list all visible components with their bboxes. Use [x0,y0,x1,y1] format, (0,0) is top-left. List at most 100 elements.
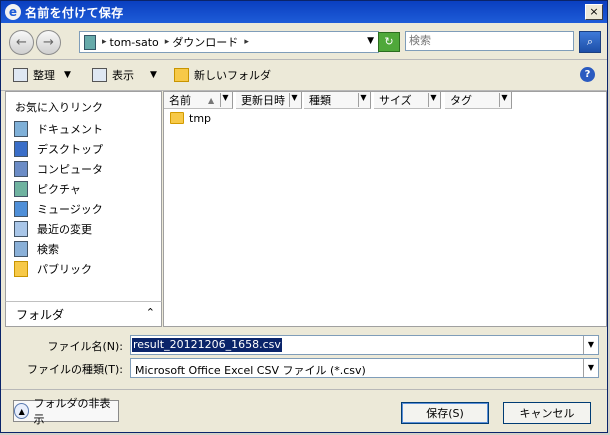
nav-item-label: 検索 [37,243,59,256]
desktop-icon [14,141,28,157]
filetype-row: ファイルの種類(T): Microsoft Office Excel CSV フ… [1,358,607,378]
filename-selected-text: result_20121206_1658.csv [132,338,282,352]
computer-icon [14,161,28,177]
chevron-down-icon: ▼ [150,70,157,80]
filetype-value: Microsoft Office Excel CSV ファイル (*.csv) [135,364,366,377]
title-bar: e 名前を付けて保存 × [1,1,607,23]
views-button[interactable]: 表示 ▼ [92,67,157,83]
chevron-up-icon: ▲ [14,403,30,419]
column-header-tag[interactable]: タグ ▼ [445,92,512,109]
filename-row: ファイル名(N): result_20121206_1658.csv ▼ [1,335,607,355]
close-button[interactable]: × [585,4,603,20]
views-label: 表示 [112,69,134,82]
folders-toggle[interactable]: フォルダ ⌃ [5,301,162,327]
views-icon [92,68,107,82]
nav-item-public[interactable]: パブリック [14,260,92,278]
public-folder-icon [14,261,28,277]
nav-item-label: 最近の変更 [37,223,92,236]
nav-item-label: ドキュメント [37,123,103,136]
navigation-pane: お気に入りリンク ドキュメント デスクトップ コンピュータ ピクチャ ミュージッ… [5,91,162,327]
recent-icon [14,221,28,237]
nav-item-music[interactable]: ミュージック [14,200,103,218]
filename-dropdown-icon[interactable]: ▼ [583,336,598,354]
nav-item-recent[interactable]: 最近の変更 [14,220,92,238]
breadcrumb-user[interactable]: tom-sato [110,36,159,49]
nav-item-pictures[interactable]: ピクチャ [14,180,81,198]
breadcrumb-separator: ▸ [102,37,107,47]
nav-item-label: デスクトップ [37,143,103,156]
address-folder-icon [84,34,96,50]
nav-item-desktop[interactable]: デスクトップ [14,140,103,158]
address-bar[interactable]: ▸ tom-sato ▸ ダウンロード ▸ ▼ [79,31,379,53]
back-button[interactable]: ← [9,30,34,55]
sort-ascending-icon: ▲ [208,95,215,105]
search-input[interactable] [405,31,574,51]
folders-label: フォルダ [16,308,65,322]
column-label: 種類 [309,94,331,107]
nav-item-label: ミュージック [37,203,103,216]
file-name: tmp [189,111,212,125]
forward-button[interactable]: → [36,30,61,55]
filename-label: ファイル名(N): [47,340,123,353]
column-label: 名前 [169,94,191,107]
filetype-label: ファイルの種類(T): [26,363,123,376]
column-dropdown-icon[interactable]: ▼ [220,93,230,107]
nav-item-label: ピクチャ [37,183,81,196]
nav-item-computer[interactable]: コンピュータ [14,160,103,178]
back-arrow-icon: ← [16,35,27,50]
document-icon [14,121,28,137]
organize-button[interactable]: 整理 ▼ [13,67,71,83]
magnifier-icon: ⌕ [586,35,594,48]
new-folder-label: 新しいフォルダ [194,69,271,82]
organize-label: 整理 [33,69,55,82]
nav-item-label: コンピュータ [37,163,103,176]
nav-item-documents[interactable]: ドキュメント [14,120,103,138]
nav-item-label: パブリック [37,263,92,276]
pictures-icon [14,181,28,197]
refresh-button[interactable]: ↻ [378,32,400,52]
column-label: 更新日時 [241,94,285,107]
breadcrumb-downloads[interactable]: ダウンロード [172,34,238,50]
column-header-size[interactable]: サイズ ▼ [374,92,441,109]
chevron-up-icon: ⌃ [145,306,155,319]
folder-icon [170,112,184,124]
help-icon[interactable]: ? [580,67,595,82]
forward-arrow-icon: → [43,35,54,50]
favorites-title: お気に入りリンク [15,101,103,114]
nav-item-search[interactable]: 検索 [14,240,59,258]
save-as-dialog: e 名前を付けて保存 × ← → ▸ tom-sato ▸ ダウンロード ▸ ▼… [0,0,608,433]
search-button[interactable]: ⌕ [579,31,601,53]
column-header-type[interactable]: 種類 ▼ [304,92,371,109]
hide-folders-label: フォルダの非表示 [33,397,111,426]
new-folder-button[interactable]: 新しいフォルダ [174,67,271,83]
filename-input[interactable]: result_20121206_1658.csv ▼ [130,335,599,355]
filetype-dropdown-icon[interactable]: ▼ [583,359,598,377]
cancel-button[interactable]: キャンセル [503,402,591,424]
file-row-tmp[interactable]: tmp [170,110,211,126]
column-label: サイズ [379,94,412,107]
save-button[interactable]: 保存(S) [401,402,489,424]
filetype-select[interactable]: Microsoft Office Excel CSV ファイル (*.csv) … [130,358,599,378]
address-dropdown-icon[interactable]: ▼ [367,36,374,46]
column-dropdown-icon[interactable]: ▼ [289,93,299,107]
search-icon [14,241,28,257]
command-toolbar: 整理 ▼ 表示 ▼ 新しいフォルダ ? [1,59,607,91]
navigation-toolbar: ← → ▸ tom-sato ▸ ダウンロード ▸ ▼ ↻ ⌕ [1,23,607,57]
ie-icon: e [5,4,21,20]
file-list: 名前 ▲ ▼ 更新日時 ▼ 種類 ▼ サイズ ▼ タグ ▼ tmp [163,91,607,327]
chevron-down-icon: ▼ [64,70,71,80]
hide-folders-button[interactable]: ▲ フォルダの非表示 [13,397,119,426]
dialog-footer: ▲ フォルダの非表示 保存(S) キャンセル [1,389,607,434]
column-dropdown-icon[interactable]: ▼ [499,93,509,107]
breadcrumb-separator: ▸ [244,37,249,47]
new-folder-icon [174,68,189,82]
refresh-icon: ↻ [384,35,394,48]
window-title: 名前を付けて保存 [25,5,124,20]
column-dropdown-icon[interactable]: ▼ [428,93,438,107]
column-header-date[interactable]: 更新日時 ▼ [236,92,302,109]
music-icon [14,201,28,217]
organize-icon [13,68,28,82]
column-header-name[interactable]: 名前 ▲ ▼ [164,92,233,109]
breadcrumb-separator: ▸ [164,37,170,47]
column-dropdown-icon[interactable]: ▼ [358,93,368,107]
